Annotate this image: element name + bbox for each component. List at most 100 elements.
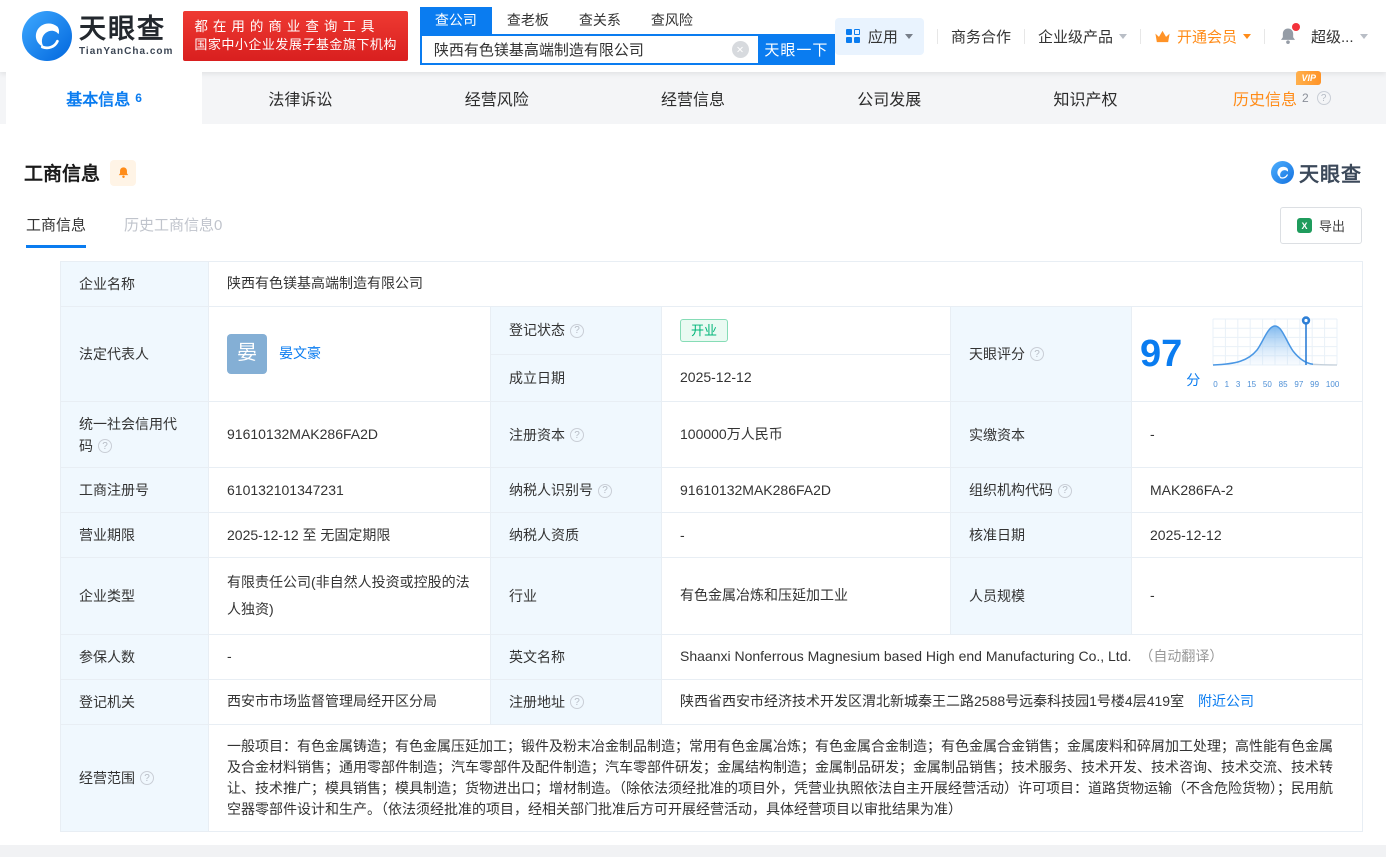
reg-status-value: 开业 (662, 306, 951, 354)
tab-label: 知识产权 (1054, 86, 1118, 110)
vip-badge: VIP (1296, 71, 1321, 85)
page-bottom-strip (0, 845, 1386, 857)
help-icon[interactable] (570, 324, 584, 338)
subscribe-bell-icon[interactable] (110, 160, 136, 186)
reg-capital-value: 100000万人民币 (662, 401, 951, 468)
export-button[interactable]: 导出 (1280, 207, 1362, 244)
establish-date-label: 成立日期 (491, 354, 662, 401)
english-name-value: Shaanxi Nonferrous Magnesium based High … (662, 634, 1363, 679)
tab-legal-proceedings[interactable]: 法律诉讼 (202, 72, 398, 124)
search-tab-boss[interactable]: 查老板 (492, 7, 564, 34)
help-icon[interactable] (570, 428, 584, 442)
apps-label: 应用 (868, 26, 898, 47)
company-type-label: 企业类型 (61, 557, 209, 634)
company-nav-tabs: 基本信息 6 法律诉讼 经营风险 经营信息 公司发展 知识产权 历史信息 VIP… (0, 72, 1386, 124)
staff-size-value: - (1132, 557, 1363, 634)
enterprise-products-link[interactable]: 企业级产品 (1038, 26, 1127, 47)
table-row: 经营范围 一般项目：有色金属铸造；有色金属压延加工；锻件及粉末冶金制品制造；常用… (61, 724, 1363, 831)
table-row: 企业类型 有限责任公司(非自然人投资或控股的法人独资) 行业 有色金属冶炼和压延… (61, 557, 1363, 634)
tab-label: 经营风险 (465, 86, 529, 110)
score-axis-ticks: 01 315 5085 9799 100 (1212, 374, 1340, 395)
industry-value: 有色金属冶炼和压延加工业 (662, 557, 951, 634)
table-row: 统一社会信用代码 91610132MAK286FA2D 注册资本 100000万… (61, 401, 1363, 468)
org-code-label: 组织机构代码 (951, 468, 1132, 513)
search-area: 查公司 查老板 查关系 查风险 天眼一下 (420, 7, 835, 65)
notification-bell-icon[interactable] (1278, 26, 1298, 46)
business-coop-link[interactable]: 商务合作 (951, 26, 1011, 47)
vip-link[interactable]: 开通会员 (1154, 26, 1251, 47)
legal-rep-link[interactable]: 晏文豪 (279, 343, 321, 364)
table-row: 营业期限 2025-12-12 至 无固定期限 纳税人资质 - 核准日期 202… (61, 513, 1363, 558)
paid-capital-value: - (1132, 401, 1363, 468)
apps-menu[interactable]: 应用 (835, 18, 924, 55)
legal-rep-value: 晏 晏文豪 (209, 306, 491, 401)
help-icon[interactable] (140, 771, 154, 785)
main-content: 工商信息 天眼查 工商信息 历史工商信息0 导出 (0, 158, 1386, 832)
tab-history-info[interactable]: 历史信息 VIP 2 (1184, 72, 1380, 124)
enterprise-products-label: 企业级产品 (1038, 26, 1113, 47)
taxpayer-id-label: 纳税人识别号 (491, 468, 662, 513)
help-icon[interactable] (1030, 347, 1044, 361)
search-tab-risk[interactable]: 查风险 (636, 7, 708, 34)
chevron-down-icon (1243, 34, 1251, 39)
section-title: 工商信息 (24, 159, 100, 186)
business-scope-label: 经营范围 (61, 724, 209, 831)
tab-intellectual-property[interactable]: 知识产权 (987, 72, 1183, 124)
business-coop-label: 商务合作 (951, 26, 1011, 47)
reg-number-value: 610132101347231 (209, 468, 491, 513)
business-info-table: 企业名称 陕西有色镁基高端制造有限公司 法定代表人 晏 晏文豪 登记状态 开业 … (60, 261, 1363, 832)
section-subtabs: 工商信息 历史工商信息0 (24, 214, 222, 248)
score-number: 97 (1140, 335, 1182, 373)
tab-operation-risk[interactable]: 经营风险 (399, 72, 595, 124)
divider (1024, 29, 1025, 44)
reg-authority-value: 西安市市场监督管理局经开区分局 (209, 679, 491, 724)
industry-label: 行业 (491, 557, 662, 634)
help-icon[interactable] (98, 439, 112, 453)
tyc-score-label: 天眼评分 (951, 306, 1132, 401)
help-icon[interactable] (598, 484, 612, 498)
approval-date-value: 2025-12-12 (1132, 513, 1363, 558)
tab-label: 公司发展 (857, 86, 921, 110)
watermark-text: 天眼查 (1299, 158, 1362, 187)
establish-date-value: 2025-12-12 (662, 354, 951, 401)
chevron-down-icon (1119, 34, 1127, 39)
english-name-label: 英文名称 (491, 634, 662, 679)
apps-grid-icon (846, 29, 861, 44)
table-row: 参保人数 - 英文名称 Shaanxi Nonferrous Magnesium… (61, 634, 1363, 679)
tianyancha-logo[interactable]: 天眼查 TianYanCha.com (22, 11, 173, 61)
reg-address-value: 陕西省西安市经济技术开发区渭北新城秦王二路2588号远秦科技园1号楼4层419室… (662, 679, 1363, 724)
subtab-business-info[interactable]: 工商信息 (26, 214, 86, 248)
reg-authority-label: 登记机关 (61, 679, 209, 724)
super-vip-menu[interactable]: 超级... (1311, 26, 1368, 47)
crown-icon (1154, 29, 1171, 44)
tab-operation-info[interactable]: 经营信息 (595, 72, 791, 124)
staff-size-label: 人员规模 (951, 557, 1132, 634)
insured-count-value: - (209, 634, 491, 679)
tab-label: 法律诉讼 (268, 86, 332, 110)
tab-basic-info[interactable]: 基本信息 6 (6, 72, 202, 124)
credit-code-label: 统一社会信用代码 (61, 401, 209, 468)
tab-count: 2 (1302, 91, 1309, 105)
table-row: 工商注册号 610132101347231 纳税人识别号 91610132MAK… (61, 468, 1363, 513)
tab-company-development[interactable]: 公司发展 (791, 72, 987, 124)
search-tab-company[interactable]: 查公司 (420, 7, 492, 34)
tab-label: 基本信息 (66, 86, 130, 110)
company-name-label: 企业名称 (61, 262, 209, 307)
logo-domain: TianYanCha.com (79, 46, 173, 57)
help-icon[interactable] (1317, 91, 1331, 105)
org-code-value: MAK286FA-2 (1132, 468, 1363, 513)
reg-capital-label: 注册资本 (491, 401, 662, 468)
search-input[interactable] (420, 34, 758, 65)
nearby-companies-link[interactable]: 附近公司 (1198, 693, 1254, 709)
avatar[interactable]: 晏 (227, 334, 267, 374)
help-icon[interactable] (570, 695, 584, 709)
search-tabs: 查公司 查老板 查关系 查风险 (420, 7, 835, 34)
paid-capital-label: 实缴资本 (951, 401, 1132, 468)
subtab-history-business-info[interactable]: 历史工商信息0 (124, 214, 222, 248)
search-button[interactable]: 天眼一下 (758, 34, 835, 65)
help-icon[interactable] (1058, 484, 1072, 498)
score-unit: 分 (1186, 370, 1200, 391)
search-tab-relation[interactable]: 查关系 (564, 7, 636, 34)
excel-icon (1297, 218, 1312, 233)
clear-icon[interactable] (732, 41, 749, 58)
